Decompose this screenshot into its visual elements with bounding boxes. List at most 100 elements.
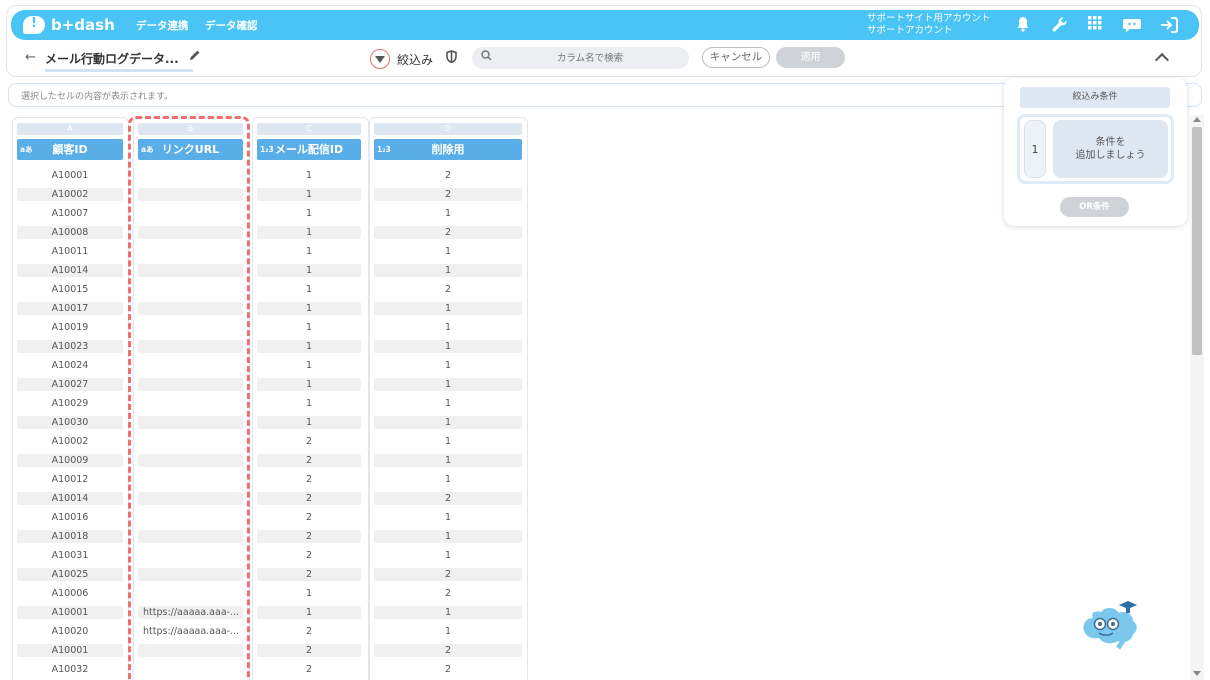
scroll-down-arrow-icon[interactable] bbox=[1193, 671, 1201, 676]
table-cell[interactable]: 1 bbox=[374, 451, 522, 470]
table-cell[interactable] bbox=[138, 185, 243, 204]
search-input[interactable] bbox=[500, 50, 680, 66]
nav-link-data-integration[interactable]: データ連携 bbox=[136, 18, 189, 33]
table-cell[interactable] bbox=[138, 337, 243, 356]
table-cell[interactable]: A10012 bbox=[17, 470, 123, 489]
grid-icon[interactable] bbox=[1086, 16, 1104, 34]
table-cell[interactable]: A10023 bbox=[17, 337, 123, 356]
mascot-assistant-icon[interactable] bbox=[1079, 596, 1141, 652]
filter-label[interactable]: 絞込み bbox=[397, 51, 433, 68]
filter-funnel-icon[interactable] bbox=[370, 49, 390, 69]
column-letter[interactable]: B bbox=[138, 123, 243, 135]
table-cell[interactable] bbox=[138, 318, 243, 337]
table-cell[interactable]: 2 bbox=[257, 546, 361, 565]
column-letter[interactable]: A bbox=[17, 123, 123, 135]
table-cell[interactable] bbox=[138, 299, 243, 318]
table-cell[interactable]: 1 bbox=[257, 223, 361, 242]
table-cell[interactable]: A10011 bbox=[17, 242, 123, 261]
table-cell[interactable]: 1 bbox=[374, 527, 522, 546]
table-cell[interactable]: A10029 bbox=[17, 394, 123, 413]
table-cell[interactable]: 2 bbox=[374, 489, 522, 508]
wrench-icon[interactable] bbox=[1050, 16, 1068, 34]
table-cell[interactable] bbox=[138, 413, 243, 432]
table-cell[interactable]: 2 bbox=[257, 432, 361, 451]
table-cell[interactable]: 2 bbox=[374, 584, 522, 603]
table-cell[interactable]: A10001 bbox=[17, 641, 123, 660]
table-cell[interactable] bbox=[138, 451, 243, 470]
table-cell[interactable]: 2 bbox=[374, 223, 522, 242]
table-cell[interactable] bbox=[138, 223, 243, 242]
table-cell[interactable]: 1 bbox=[257, 394, 361, 413]
nav-link-data-check[interactable]: データ確認 bbox=[205, 18, 258, 33]
column-header-customer-id[interactable]: aあ 顧客ID bbox=[17, 139, 123, 160]
table-cell[interactable] bbox=[138, 489, 243, 508]
table-cell[interactable]: A10027 bbox=[17, 375, 123, 394]
table-cell[interactable]: 2 bbox=[374, 166, 522, 185]
table-cell[interactable] bbox=[138, 261, 243, 280]
table-cell[interactable] bbox=[138, 394, 243, 413]
table-cell[interactable]: A10006 bbox=[17, 584, 123, 603]
chat-bot-icon[interactable] bbox=[1121, 16, 1143, 34]
table-cell[interactable]: 1 bbox=[257, 413, 361, 432]
scroll-thumb[interactable] bbox=[1192, 127, 1202, 355]
table-cell[interactable] bbox=[138, 546, 243, 565]
table-cell[interactable]: 1 bbox=[374, 413, 522, 432]
table-cell[interactable]: 2 bbox=[374, 280, 522, 299]
column-letter[interactable]: C bbox=[257, 123, 361, 135]
table-cell[interactable]: 1 bbox=[374, 432, 522, 451]
table-cell[interactable]: A10020 bbox=[17, 622, 123, 641]
table-cell[interactable]: 1 bbox=[257, 603, 361, 622]
table-cell[interactable]: 2 bbox=[257, 622, 361, 641]
table-cell[interactable]: 1 bbox=[374, 337, 522, 356]
table-cell[interactable]: A10015 bbox=[17, 280, 123, 299]
table-cell[interactable]: 1 bbox=[257, 166, 361, 185]
table-cell[interactable] bbox=[138, 527, 243, 546]
table-cell[interactable] bbox=[138, 375, 243, 394]
table-cell[interactable]: A10017 bbox=[17, 299, 123, 318]
table-cell[interactable] bbox=[138, 660, 243, 679]
table-cell[interactable] bbox=[138, 584, 243, 603]
table-cell[interactable] bbox=[138, 166, 243, 185]
table-cell[interactable]: 1 bbox=[374, 622, 522, 641]
table-cell[interactable]: 2 bbox=[257, 527, 361, 546]
table-cell[interactable]: A10031 bbox=[17, 546, 123, 565]
table-cell[interactable]: 1 bbox=[257, 375, 361, 394]
table-cell[interactable] bbox=[138, 508, 243, 527]
table-cell[interactable]: 1 bbox=[257, 204, 361, 223]
table-cell[interactable]: 2 bbox=[374, 185, 522, 204]
column-search[interactable] bbox=[472, 47, 689, 69]
vertical-scrollbar[interactable] bbox=[1190, 115, 1204, 680]
scroll-up-arrow-icon[interactable] bbox=[1193, 117, 1201, 122]
table-cell[interactable] bbox=[138, 565, 243, 584]
table-cell[interactable]: 1 bbox=[374, 546, 522, 565]
table-cell[interactable]: 2 bbox=[257, 508, 361, 527]
table-cell[interactable]: 1 bbox=[257, 299, 361, 318]
table-cell[interactable]: 1 bbox=[374, 204, 522, 223]
table-cell[interactable]: 2 bbox=[257, 451, 361, 470]
account-info[interactable]: サポートサイト用アカウント サポートアカウント bbox=[867, 13, 991, 37]
table-cell[interactable]: A10018 bbox=[17, 527, 123, 546]
table-cell[interactable]: 1 bbox=[374, 470, 522, 489]
table-cell[interactable]: 1 bbox=[374, 261, 522, 280]
table-cell[interactable]: A10014 bbox=[17, 489, 123, 508]
table-cell[interactable]: 2 bbox=[257, 489, 361, 508]
table-cell[interactable]: https://aaaaa.aaa-... bbox=[138, 603, 243, 622]
logo[interactable]: b+dash bbox=[23, 14, 115, 36]
column-letter[interactable]: D bbox=[374, 123, 522, 135]
table-cell[interactable]: https://aaaaa.aaa-... bbox=[138, 622, 243, 641]
table-cell[interactable] bbox=[138, 356, 243, 375]
page-title[interactable]: メール行動ログデータ... bbox=[45, 50, 193, 72]
table-cell[interactable]: 1 bbox=[374, 318, 522, 337]
table-cell[interactable] bbox=[138, 470, 243, 489]
table-cell[interactable]: 1 bbox=[257, 280, 361, 299]
table-cell[interactable]: A10016 bbox=[17, 508, 123, 527]
table-cell[interactable]: 2 bbox=[374, 641, 522, 660]
column-header-mail-delivery-id[interactable]: 1₂3 メール配信ID bbox=[257, 139, 361, 160]
edit-pencil-icon[interactable] bbox=[189, 49, 201, 64]
chevron-up-icon[interactable] bbox=[1154, 50, 1170, 66]
table-cell[interactable]: A10032 bbox=[17, 660, 123, 679]
table-cell[interactable]: 2 bbox=[374, 565, 522, 584]
table-cell[interactable] bbox=[138, 204, 243, 223]
table-cell[interactable]: 1 bbox=[257, 185, 361, 204]
table-cell[interactable]: 1 bbox=[374, 242, 522, 261]
